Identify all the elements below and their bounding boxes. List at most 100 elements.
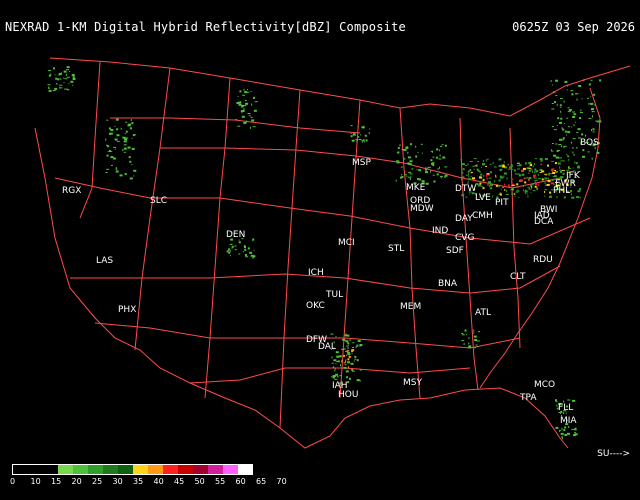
echo-pixel (251, 103, 253, 106)
echo-pixel (528, 167, 532, 169)
echo-pixel (480, 185, 483, 187)
echo-pixel (585, 134, 587, 137)
echo-pixel (351, 352, 353, 354)
echo-pixel (346, 345, 349, 347)
echo-pixel (368, 132, 370, 135)
echo-pixel (467, 173, 469, 176)
echo-pixel (511, 193, 514, 196)
echo-pixel (488, 182, 490, 185)
echo-pixel (472, 165, 475, 167)
echo-pixel (528, 177, 532, 179)
echo-pixel (128, 156, 131, 159)
echo-pixel (356, 344, 359, 347)
echo-pixel (465, 174, 468, 176)
echo-pixel (461, 163, 465, 166)
echo-pixel (472, 177, 475, 180)
echo-pixel (401, 149, 404, 151)
echo-pixel (358, 139, 362, 140)
echo-pixel (592, 128, 595, 131)
echo-pixel (127, 146, 131, 149)
echo-pixel (350, 362, 354, 365)
echo-pixel (129, 127, 132, 130)
echo-pixel (436, 148, 439, 151)
echo-pixel (396, 161, 400, 164)
echo-pixel (572, 399, 576, 402)
echo-pixel (519, 174, 521, 177)
echo-pixel (476, 340, 480, 342)
legend-tick-label: 65 (256, 477, 267, 486)
echo-pixel (588, 83, 591, 86)
echo-pixel (587, 151, 590, 153)
echo-pixel (243, 105, 247, 107)
echo-pixel (534, 179, 538, 181)
echo-pixel (533, 171, 535, 174)
echo-pixel (247, 89, 248, 90)
echo-pixel (244, 254, 247, 256)
city-label-cvg: CVG (455, 233, 475, 243)
echo-pixel (555, 156, 559, 159)
echo-pixel (562, 137, 565, 140)
echo-pixel (439, 154, 441, 157)
echo-pixel (106, 154, 109, 157)
echo-pixel (514, 196, 516, 198)
echo-pixel (560, 170, 562, 173)
echo-pixel (417, 152, 419, 153)
echo-pixel (572, 167, 574, 169)
city-label-dca: DCA (534, 217, 554, 227)
echo-pixel (352, 347, 354, 348)
echo-pixel (470, 175, 472, 177)
echo-pixel (516, 173, 520, 175)
echo-pixel (349, 339, 352, 341)
legend-tick-label: 40 (153, 477, 164, 486)
echo-pixel (350, 133, 352, 134)
echo-pixel (479, 171, 481, 173)
echo-pixel (440, 146, 443, 147)
legend-swatch (88, 465, 103, 474)
city-label-mke: MKE (406, 183, 426, 193)
echo-pixel (244, 248, 247, 251)
echo-pixel (116, 138, 118, 140)
echo-pixel (333, 359, 337, 362)
echo-pixel (336, 355, 340, 358)
echo-pixel (572, 116, 576, 118)
echo-pixel (228, 251, 231, 254)
echo-pixel (482, 187, 485, 190)
echo-pixel (573, 429, 577, 431)
echo-pixel (564, 80, 568, 83)
echo-pixel (567, 111, 571, 113)
echo-pixel (527, 195, 529, 198)
echo-pixel (338, 355, 342, 358)
echo-pixel (555, 143, 558, 145)
echo-pixel (577, 165, 579, 167)
echo-pixel (591, 157, 593, 160)
echo-pixel (547, 180, 551, 183)
echo-pixel (430, 170, 432, 173)
echo-pixel (536, 187, 538, 190)
echo-pixel (553, 129, 557, 131)
echo-pixel (471, 171, 473, 173)
echo-pixel (119, 174, 123, 177)
echo-pixel (462, 168, 465, 171)
echo-pixel (555, 399, 557, 402)
echo-pixel (532, 190, 536, 192)
echo-pixel (110, 150, 113, 152)
echo-pixel (507, 164, 509, 166)
echo-pixel (244, 99, 247, 101)
echo-pixel (237, 125, 241, 127)
echo-pixel (483, 174, 485, 177)
echo-pixel (591, 108, 594, 111)
echo-pixel (348, 355, 350, 358)
echo-pixel (353, 360, 355, 362)
city-label-atl: ATL (475, 308, 491, 318)
echo-pixel (533, 174, 537, 177)
echo-pixel (247, 113, 251, 114)
echo-pixel (559, 121, 562, 124)
echo-pixel (544, 190, 546, 193)
echo-pixel (408, 163, 412, 166)
echo-pixel (530, 169, 533, 171)
echo-pixel (561, 145, 563, 148)
echo-pixel (241, 115, 245, 118)
echo-pixel (399, 144, 401, 146)
echo-pixel (570, 90, 574, 92)
legend-tick-label: 0 (10, 477, 16, 486)
